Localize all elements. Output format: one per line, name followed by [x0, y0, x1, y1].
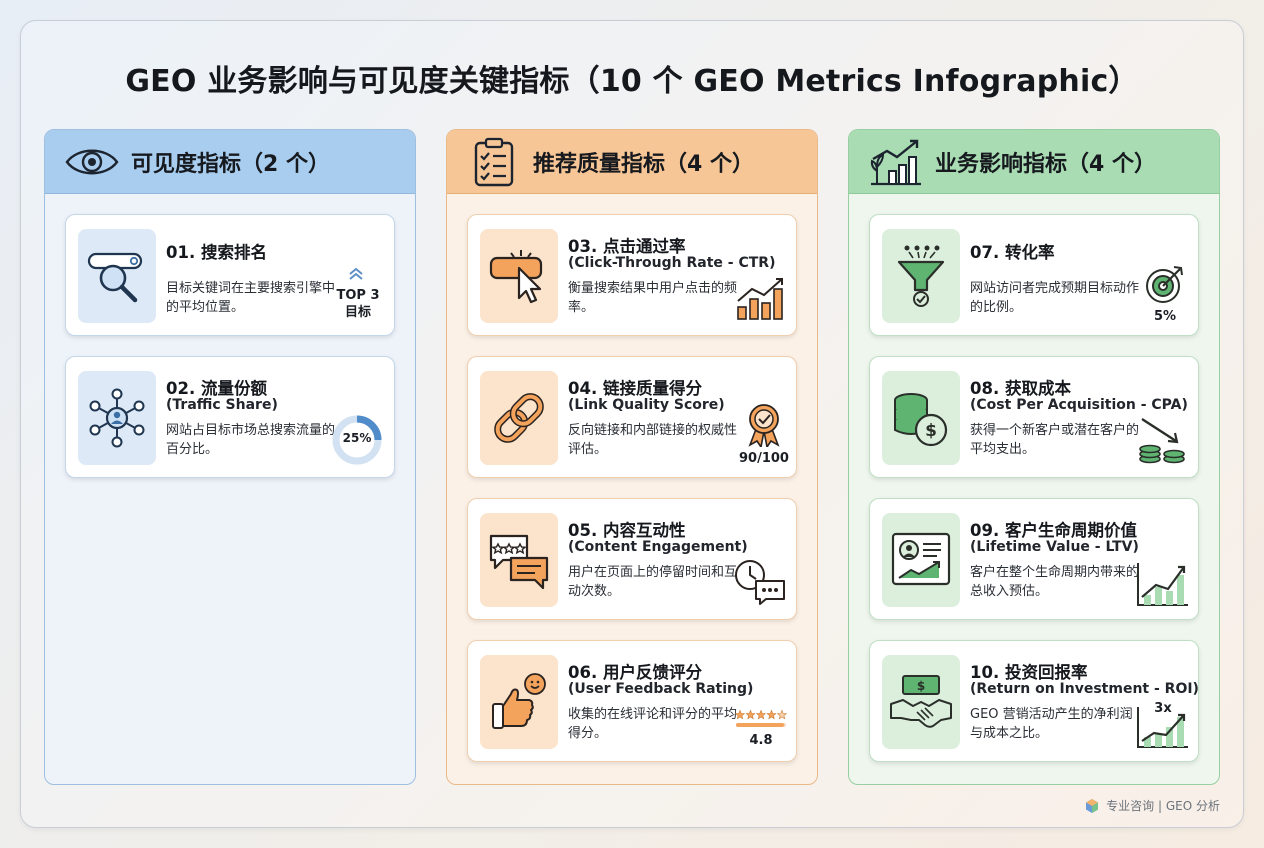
metric-subtitle: (Return on Investment - ROI) [970, 681, 1199, 697]
page-title: GEO 业务影响与可见度关键指标（10 个 GEO Metrics Infogr… [125, 64, 1139, 99]
double-chevron-up-icon [349, 267, 363, 280]
metric-title: 07. 转化率 [970, 243, 1055, 262]
metric-card-user-feedback: 06. 用户反馈评分 (User Feedback Rating) 收集的在线评… [467, 640, 797, 762]
metric-title: 05. 内容互动性 [568, 521, 686, 540]
metric-subtitle: (Content Engagement) [568, 539, 748, 555]
chat-bubbles-icon [480, 513, 558, 607]
click-cursor-icon [480, 229, 558, 323]
funnel-icon [882, 229, 960, 323]
metric-subtitle: (Lifetime Value - LTV) [970, 539, 1139, 555]
metric-description: 客户在整个生命周期内带来的总收入预估。 [970, 565, 1140, 599]
footer-text: 专业咨询 | GEO 分析 [1106, 799, 1220, 813]
search-bar-magnifier-icon [78, 229, 156, 323]
conversion-value: 5% [1153, 309, 1177, 324]
metric-title: 02. 流量份额 [166, 379, 267, 398]
rating-value: 4.8 [749, 733, 773, 748]
metric-description: 目标关键词在主要搜索引擎中的平均位置。 [166, 281, 336, 315]
metric-card-search-ranking: 01. 搜索排名 目标关键词在主要搜索引擎中的平均位置。 TOP 3 目标 [65, 214, 395, 336]
metric-title: 09. 客户生命周期价值 [970, 521, 1137, 540]
rating-star [776, 709, 788, 720]
rating-star [734, 709, 746, 720]
link-score-value: 90/100 [739, 451, 789, 466]
metric-card-cpa: $ 08. 获取成本 (Cost Per Acquisition - CPA) … [869, 356, 1199, 478]
metric-card-traffic-share: 02. 流量份额 (Traffic Share) 网站占目标市场总搜索流量的百分… [65, 356, 395, 478]
metric-description: 网站占目标市场总搜索流量的百分比。 [166, 423, 336, 457]
target-bullseye-icon [1146, 266, 1183, 303]
metric-subtitle: (Link Quality Score) [568, 397, 725, 413]
metric-description: 收集的在线评论和评分的平均得分。 [568, 707, 738, 741]
metric-description: 获得一个新客户或潜在客户的平均支出。 [970, 423, 1140, 457]
clipboard-checklist-icon [465, 137, 523, 187]
metric-card-roi: $ 10. 投资回报率 (Return on Investment - ROI)… [869, 640, 1199, 762]
column-heading: 推荐质量指标（4 个） [533, 151, 754, 177]
metric-title: 03. 点击通过率 [568, 237, 686, 256]
handshake-money-icon: $ [882, 655, 960, 749]
metric-title: 08. 获取成本 [970, 379, 1071, 398]
column-heading: 业务影响指标（4 个） [935, 151, 1156, 177]
target-badge: TOP 3 目标 [336, 288, 380, 320]
metric-card-conversion-rate: 07. 转化率 网站访问者完成预期目标动作的比例。 5% [869, 214, 1199, 336]
network-hub-icon [78, 371, 156, 465]
column-business-impact: 业务影响指标（4 个） 07. 转化率 网站访问者完成预期目标动作的比例。 5% [848, 129, 1220, 785]
metric-card-content-engagement: 05. 内容互动性 (Content Engagement) 用户在页面上的停留… [467, 498, 797, 620]
metric-title: 01. 搜索排名 [166, 243, 267, 262]
eye-icon [63, 137, 121, 187]
metric-description: 反向链接和内部链接的权威性评估。 [568, 423, 738, 457]
metric-description: 衡量搜索结果中用户点击的频率。 [568, 281, 738, 315]
metric-description: GEO 营销活动产生的净利润与成本之比。 [970, 707, 1133, 741]
footer-credit: 专业咨询 | GEO 分析 [1084, 797, 1220, 814]
star-rating [734, 709, 788, 727]
rating-star [766, 709, 777, 720]
clock-chat-icon [735, 560, 785, 605]
column-visibility: 可见度指标（2 个） 01. 搜索排名 目标关键词在主要搜索引擎中的平均位置。 … [44, 129, 416, 785]
metric-card-link-quality: 04. 链接质量得分 (Link Quality Score) 反向链接和内部链… [467, 356, 797, 478]
column-heading: 可见度指标（2 个） [131, 151, 330, 177]
metric-title: 10. 投资回报率 [970, 663, 1088, 682]
rating-star [755, 709, 767, 720]
award-ribbon-icon [748, 404, 780, 447]
roi-growth-icon [1137, 707, 1188, 748]
metric-description: 用户在页面上的停留时间和互动次数。 [568, 565, 738, 599]
cost-decrease-icon [1139, 417, 1185, 464]
chain-link-icon [480, 371, 558, 465]
metric-subtitle: (Cost Per Acquisition - CPA) [970, 397, 1188, 413]
metric-description: 网站访问者完成预期目标动作的比例。 [970, 281, 1140, 315]
svg-text:$: $ [917, 679, 925, 693]
column-header-business: 业务影响指标（4 个） [849, 130, 1219, 194]
bar-trend-up-icon [737, 278, 783, 320]
coin-stack-icon: $ [882, 371, 960, 465]
growth-area-icon [1137, 563, 1188, 606]
metric-subtitle: (User Feedback Rating) [568, 681, 754, 697]
metric-card-ltv: 09. 客户生命周期价值 (Lifetime Value - LTV) 客户在整… [869, 498, 1199, 620]
traffic-share-value: 25% [342, 431, 372, 445]
growth-chart-icon [867, 137, 925, 187]
metric-subtitle: (Traffic Share) [166, 397, 278, 413]
profile-chart-icon [882, 513, 960, 607]
metric-subtitle: (Click-Through Rate - CTR) [568, 255, 776, 271]
metric-title: 06. 用户反馈评分 [568, 663, 702, 682]
thumbs-up-icon [480, 655, 558, 749]
column-header-recommendation: 推荐质量指标（4 个） [447, 130, 817, 194]
column-recommendation-quality: 推荐质量指标（4 个） 03. 点击通过率 (Click-Through Rat… [446, 129, 818, 785]
metric-card-ctr: 03. 点击通过率 (Click-Through Rate - CTR) 衡量搜… [467, 214, 797, 336]
rating-star [745, 709, 756, 720]
metric-title: 04. 链接质量得分 [568, 379, 702, 398]
column-header-visibility: 可见度指标（2 个） [45, 130, 415, 194]
hexagon-logo-icon [1086, 798, 1099, 813]
svg-text:$: $ [925, 421, 937, 441]
